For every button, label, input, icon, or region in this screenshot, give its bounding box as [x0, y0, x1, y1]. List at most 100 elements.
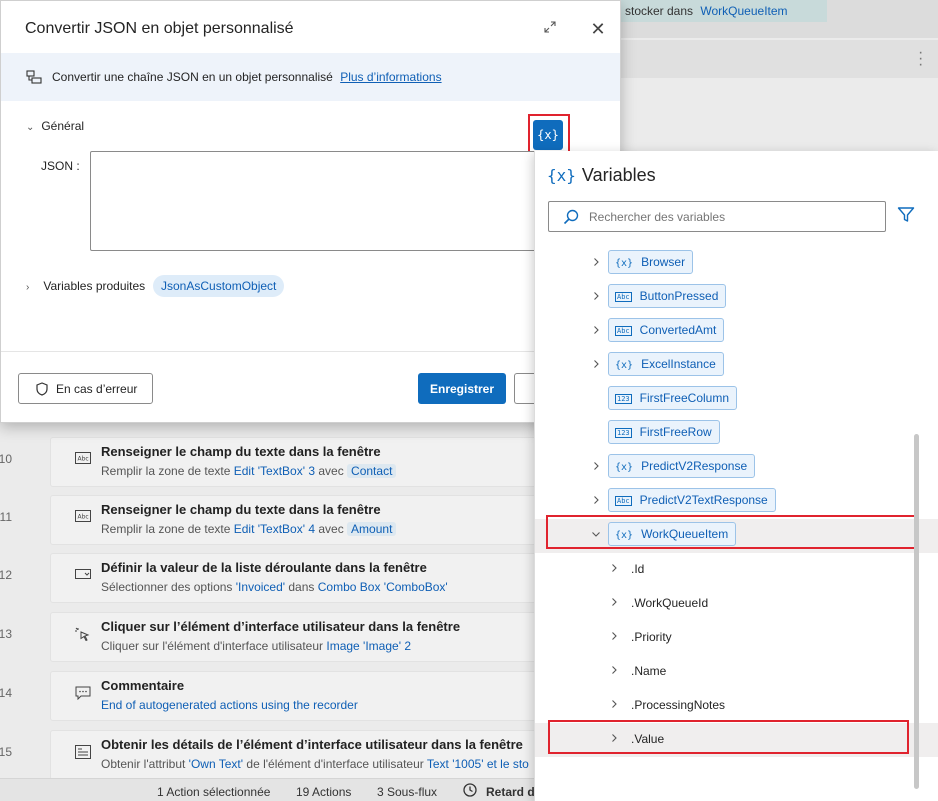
variables-icon: {x}	[547, 166, 576, 185]
chevron-right-icon[interactable]	[591, 359, 601, 371]
property-row[interactable]: .Name	[535, 655, 938, 689]
textbox-icon: Abc	[75, 452, 91, 466]
step-description-text: avec	[315, 522, 348, 536]
save-button[interactable]: Enregistrer	[418, 373, 506, 404]
property-row[interactable]: .Id	[535, 553, 938, 587]
status-actions-count: 19 Actions	[296, 785, 352, 799]
dropdown-icon	[75, 568, 91, 582]
insert-variable-button[interactable]: {x}	[533, 120, 563, 150]
flow-action-step[interactable]: Abc Renseigner le champ du texte dans la …	[50, 495, 570, 545]
chevron-right-icon[interactable]	[591, 325, 601, 337]
step-description: Remplir la zone de texte Edit 'TextBox' …	[101, 522, 397, 536]
variable-chip[interactable]: {x} Browser	[608, 250, 694, 274]
chevron-right-icon[interactable]	[609, 665, 619, 677]
textbox-icon: Abc	[75, 510, 91, 524]
json-label: JSON :	[41, 159, 80, 173]
variable-chip[interactable]: 123 FirstFreeRow	[608, 420, 720, 444]
variable-row[interactable]: 123 FirstFreeColumn	[535, 383, 938, 417]
step-description-link: Image 'Image' 2	[326, 639, 411, 653]
property-name: .WorkQueueId	[631, 596, 709, 610]
section-general-toggle[interactable]: ⌄ Général	[26, 119, 84, 133]
produced-variables-toggle[interactable]: › Variables produites	[26, 279, 145, 293]
section-general-label: Général	[41, 119, 85, 133]
search-icon	[563, 209, 579, 225]
property-row[interactable]: .Priority	[535, 621, 938, 655]
variable-chip[interactable]: Abc PredictV2TextResponse	[608, 488, 776, 512]
property-row[interactable]: .WorkQueueId	[535, 587, 938, 621]
property-row[interactable]: .ProcessingNotes	[535, 689, 938, 723]
variable-row[interactable]: 123 FirstFreeRow	[535, 417, 938, 451]
variable-name: PredictV2TextResponse	[639, 493, 768, 507]
status-selected: 1 Action sélectionnée	[157, 785, 271, 799]
step-description-link: Edit 'TextBox' 3	[233, 464, 316, 478]
custom-type-icon: {x}	[615, 360, 634, 371]
property-name: .ProcessingNotes	[631, 698, 726, 712]
chevron-right-icon[interactable]	[591, 257, 601, 269]
previous-step-variable[interactable]: WorkQueueItem	[700, 4, 787, 18]
variable-name: ConvertedAmt	[639, 323, 717, 337]
variable-name: FirstFreeColumn	[639, 391, 730, 405]
line-number: 14	[0, 686, 12, 700]
comment-icon	[75, 686, 91, 701]
flow-action-step[interactable]: Cliquer sur l’élément d’interface utilis…	[50, 612, 570, 662]
chevron-right-icon[interactable]	[609, 597, 619, 609]
variables-pane: {x}Variables {x}Browser AbcButtonPressed A…	[534, 151, 938, 801]
line-number: 15	[0, 745, 12, 759]
chevron-right-icon[interactable]	[591, 291, 601, 303]
more-options-icon[interactable]: · · ·	[918, 45, 924, 73]
step-description-link: 'Own Text'	[188, 757, 244, 771]
step-description-variable: Text '1005' et le sto	[426, 757, 529, 771]
previous-step-text: stocker dans	[625, 4, 694, 18]
step-description: Remplir la zone de texte Edit 'TextBox' …	[101, 464, 397, 478]
variable-chip[interactable]: {x} PredictV2Response	[608, 454, 756, 478]
variable-search-input[interactable]	[589, 208, 869, 226]
step-title: Commentaire	[101, 678, 185, 693]
variable-row[interactable]: {x} PredictV2Response	[535, 451, 938, 485]
variable-chip[interactable]: Abc ConvertedAmt	[608, 318, 725, 342]
step-description-variable: Amount	[347, 522, 397, 536]
variable-row[interactable]: Abc ButtonPressed	[535, 281, 938, 315]
step-description-link: 'Invoiced'	[235, 580, 286, 594]
more-info-link[interactable]: Plus d’informations	[340, 70, 441, 84]
close-icon[interactable]: ✕	[587, 18, 609, 40]
variables-pane-header: {x} Variables	[547, 165, 656, 186]
filter-icon[interactable]	[897, 206, 915, 224]
variable-row[interactable]: Abc PredictV2TextResponse	[535, 485, 938, 519]
flow-action-step[interactable]: Obtenir les détails de l’élément d’inter…	[50, 730, 570, 780]
flow-action-step[interactable]: Commentaire End of autogenerated actions …	[50, 671, 570, 721]
expand-icon[interactable]	[541, 20, 559, 38]
flow-action-step[interactable]: Abc Renseigner le champ du texte dans la …	[50, 437, 570, 487]
step-description: End of autogenerated actions using the r…	[101, 698, 358, 712]
step-description-variable: Contact	[347, 464, 397, 478]
variable-chip[interactable]: Abc ButtonPressed	[608, 284, 727, 308]
chevron-right-icon: ›	[26, 282, 30, 293]
status-delay[interactable]: Retard d'	[486, 785, 538, 799]
flow-action-step[interactable]: Définir la valeur de la liste déroulante…	[50, 553, 570, 603]
variable-row[interactable]: Abc ConvertedAmt	[535, 315, 938, 349]
line-number: 12	[0, 568, 12, 582]
variable-row[interactable]: {x} ExcelInstance	[535, 349, 938, 383]
shield-icon	[36, 382, 48, 396]
chevron-right-icon[interactable]	[591, 461, 601, 473]
chevron-right-icon[interactable]	[609, 563, 619, 575]
number-type-icon: 123	[615, 394, 632, 404]
json-input[interactable]	[90, 151, 550, 251]
variable-chip[interactable]: {x} ExcelInstance	[608, 352, 724, 376]
step-description-text: Obtenir l'attribut	[101, 757, 189, 771]
step-title: Définir la valeur de la liste déroulante…	[101, 560, 427, 575]
variables-scrollbar[interactable]	[914, 434, 919, 789]
line-number: 13	[0, 627, 12, 641]
status-subflows-count: 3 Sous-flux	[377, 785, 438, 799]
variable-name: ExcelInstance	[641, 357, 716, 371]
chevron-right-icon[interactable]	[591, 495, 601, 507]
produced-variable-chip[interactable]: JsonAsCustomObject	[153, 275, 285, 297]
chevron-right-icon[interactable]	[609, 631, 619, 643]
text-type-icon: Abc	[615, 326, 632, 336]
dialog-footer-divider	[1, 351, 620, 352]
chevron-right-icon[interactable]	[609, 699, 619, 711]
details-icon	[75, 745, 91, 759]
on-error-button[interactable]: En cas d’erreur	[18, 373, 153, 404]
variable-row[interactable]: {x} Browser	[535, 247, 938, 281]
variable-chip[interactable]: 123 FirstFreeColumn	[608, 386, 738, 410]
custom-type-icon: {x}	[615, 462, 634, 473]
